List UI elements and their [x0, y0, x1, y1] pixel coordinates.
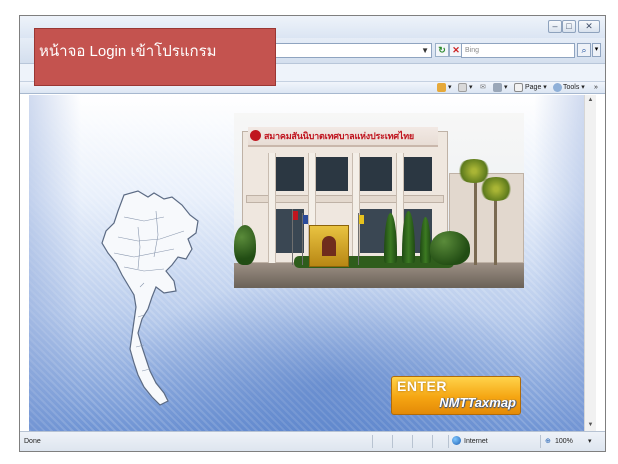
building-sign-text: สมาคมสันนิบาตเทศบาลแห่งประเทศไทย [264, 131, 415, 141]
lower-window [274, 209, 304, 253]
refresh-button[interactable]: ↻ [435, 43, 449, 57]
caption-box: หน้าจอ Login เข้าโปรแกรม [34, 28, 276, 86]
minimize-icon: – [552, 21, 558, 31]
home-dropdown-icon[interactable]: ▾ [448, 82, 452, 94]
enter-button-sublabel: NMTTaxmap [439, 395, 516, 410]
upper-window [358, 157, 392, 191]
close-icon: ✕ [585, 21, 593, 31]
building-sign: สมาคมสันนิบาตเทศบาลแห่งประเทศไทย [248, 127, 438, 147]
thailand-map [101, 190, 199, 406]
print-dropdown-icon[interactable]: ▾ [504, 82, 508, 94]
status-bar: Done Internet ⊕ 100% ▾ [20, 431, 605, 451]
zoom-icon[interactable]: ⊕ [545, 436, 551, 447]
home-icon[interactable] [437, 83, 446, 92]
emblem-icon [250, 130, 261, 141]
mail-icon[interactable]: ✉ [480, 82, 486, 94]
maximize-button[interactable]: □ [562, 20, 576, 33]
search-options-button[interactable]: ▾ [592, 43, 601, 57]
scroll-up-arrow-icon[interactable]: ▲ [585, 95, 596, 106]
page-content: สมาคมสันนิบาตเทศบาลแห่งประเทศไทย ENTER N… [29, 95, 584, 431]
status-divider [412, 435, 413, 448]
shrine-niche [322, 236, 336, 256]
caption-text: หน้าจอ Login เข้าโปรแกรม [39, 43, 217, 60]
more-commands[interactable]: » [594, 82, 598, 94]
close-button[interactable]: ✕ [578, 20, 600, 33]
stop-icon: ✕ [452, 45, 460, 55]
shrine [309, 225, 349, 267]
upper-window [402, 157, 432, 191]
flag [359, 215, 364, 224]
enter-button-label: ENTER [397, 378, 447, 394]
column [268, 153, 276, 265]
left-edge-shade [29, 95, 81, 431]
status-divider [448, 435, 449, 448]
status-divider [392, 435, 393, 448]
page-icon [514, 83, 523, 92]
page-menu[interactable]: Page ▾ [525, 82, 547, 94]
tools-icon [553, 83, 562, 92]
chevron-down-icon: ▾ [594, 46, 599, 53]
security-zone: Internet [464, 438, 488, 445]
upper-window [314, 157, 348, 191]
right-edge-shade [534, 95, 584, 431]
enter-button[interactable]: ENTER NMTTaxmap [391, 376, 521, 415]
maximize-icon: □ [566, 21, 572, 31]
flag [293, 211, 298, 220]
print-icon[interactable] [493, 83, 502, 92]
tools-menu[interactable]: Tools ▾ [563, 82, 585, 94]
minimize-button[interactable]: – [548, 20, 562, 33]
search-input[interactable]: Bing [461, 43, 575, 58]
address-dropdown-icon[interactable]: ▼ [421, 46, 429, 56]
tree [430, 231, 470, 265]
status-text: Done [24, 438, 41, 445]
search-icon: ⌕ [581, 45, 587, 55]
status-divider [540, 435, 541, 448]
search-button[interactable]: ⌕ [577, 43, 591, 57]
refresh-icon: ↻ [438, 45, 446, 55]
scroll-down-arrow-icon[interactable]: ▼ [585, 420, 596, 431]
status-divider [372, 435, 373, 448]
tree [234, 225, 256, 265]
map-shape [101, 190, 199, 406]
status-divider [432, 435, 433, 448]
feeds-icon[interactable] [458, 83, 467, 92]
zoom-level[interactable]: 100% [555, 436, 573, 447]
flag [303, 215, 308, 224]
palm-crown [478, 177, 514, 201]
vertical-scrollbar[interactable]: ▲ ▼ [584, 95, 596, 431]
globe-icon [452, 436, 461, 445]
headquarters-photo: สมาคมสันนิบาตเทศบาลแห่งประเทศไทย [234, 113, 524, 288]
feeds-dropdown-icon[interactable]: ▾ [469, 82, 473, 94]
upper-window [274, 157, 304, 191]
palm-trunk [474, 171, 477, 265]
zoom-dropdown-icon[interactable]: ▾ [588, 436, 592, 447]
